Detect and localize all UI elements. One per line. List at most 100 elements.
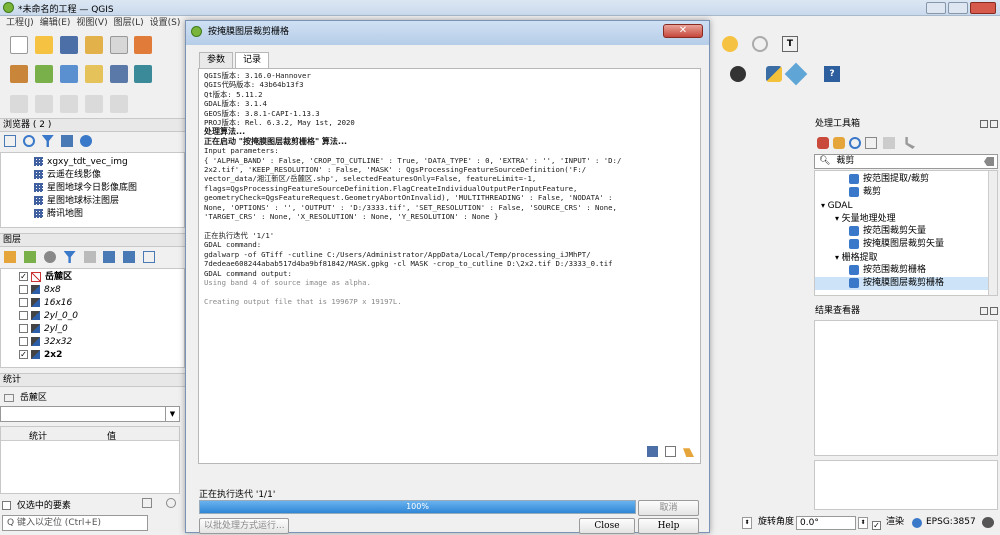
refresh-icon[interactable] bbox=[22, 135, 35, 147]
help-icon[interactable]: ? bbox=[824, 66, 840, 82]
deselect-icon[interactable] bbox=[59, 95, 78, 113]
remove-layer-icon[interactable] bbox=[143, 251, 156, 263]
render-checkbox[interactable]: ✓ bbox=[872, 518, 884, 535]
results-close-icon[interactable] bbox=[990, 307, 998, 315]
layer-visibility-checkbox[interactable] bbox=[19, 324, 28, 333]
edit-features-icon[interactable] bbox=[883, 137, 895, 149]
models-icon[interactable] bbox=[817, 137, 829, 149]
python-console-icon[interactable] bbox=[766, 66, 782, 82]
layer-visibility-checkbox[interactable] bbox=[19, 285, 28, 294]
menu-item-1[interactable]: 编辑(E) bbox=[40, 16, 71, 30]
maximize-button[interactable] bbox=[948, 2, 968, 14]
layer-filter-icon[interactable] bbox=[63, 251, 76, 263]
expression-filter-icon[interactable] bbox=[83, 251, 96, 263]
digitize-icon[interactable] bbox=[59, 65, 78, 83]
open-folder-icon[interactable] bbox=[34, 36, 53, 54]
scale-spinner[interactable]: ⬍ bbox=[742, 517, 752, 529]
gps-icon[interactable] bbox=[730, 66, 746, 82]
menu-item-4[interactable]: 设置(S) bbox=[150, 16, 181, 30]
menu-item-2[interactable]: 视图(V) bbox=[76, 16, 107, 30]
results-float-icon[interactable] bbox=[980, 307, 988, 315]
selected-only-box[interactable] bbox=[2, 501, 11, 510]
print-layout-icon[interactable] bbox=[109, 36, 128, 54]
locator-input[interactable]: Q 键入以定位 (Ctrl+E) bbox=[2, 515, 148, 531]
filter-icon[interactable] bbox=[41, 135, 54, 147]
layer-item[interactable]: 8x8 bbox=[19, 284, 184, 297]
toolbox-item[interactable]: ▾ 栅格提取 bbox=[815, 251, 997, 264]
toolbox-item[interactable]: ▾ GDAL bbox=[815, 199, 997, 212]
layer-item[interactable]: 2yl_0_0 bbox=[19, 310, 184, 323]
main-close-button[interactable] bbox=[970, 2, 996, 14]
toolbox-scrollbar[interactable] bbox=[988, 171, 997, 295]
cancel-button[interactable]: 取消 bbox=[638, 500, 699, 516]
copy-stats-icon[interactable] bbox=[142, 498, 152, 508]
layer-item[interactable]: 16x16 bbox=[19, 297, 184, 310]
add-wms-icon[interactable] bbox=[134, 65, 153, 83]
add-raster-icon[interactable] bbox=[109, 65, 128, 83]
measure-icon[interactable] bbox=[109, 95, 128, 113]
results-icon[interactable] bbox=[865, 137, 877, 149]
toolbox-item[interactable]: 按掩膜图层裁剪矢量 bbox=[815, 238, 997, 251]
toolbox-search-input[interactable]: 🔍︎ 裁剪 bbox=[814, 154, 998, 169]
zoom-dropdown-icon[interactable] bbox=[752, 36, 768, 52]
layer-item[interactable]: 2yl_0 bbox=[19, 323, 184, 336]
new-project-icon[interactable] bbox=[10, 36, 28, 54]
menu-item-0[interactable]: 工程(J) bbox=[6, 16, 34, 30]
browser-item[interactable]: 星图地球今日影像底图 bbox=[34, 182, 184, 195]
toolbox-item[interactable]: 按掩膜图层裁剪栅格 bbox=[815, 277, 997, 290]
save-log-icon[interactable] bbox=[647, 446, 658, 457]
collapse-all-icon[interactable] bbox=[60, 135, 73, 147]
log-panel[interactable]: QGIS版本: 3.16.0-Hannover QGIS代码版本: 43b64b1… bbox=[198, 68, 701, 464]
browser-item[interactable]: 星图地球标注图层 bbox=[34, 195, 184, 208]
batch-button[interactable]: 以批处理方式运行... bbox=[199, 518, 289, 534]
refresh-stats-icon[interactable] bbox=[166, 498, 176, 508]
add-selected-icon[interactable] bbox=[4, 135, 16, 147]
menu-item-3[interactable]: 图层(L) bbox=[114, 16, 144, 30]
dialog-close-button[interactable]: ✕ bbox=[663, 24, 703, 38]
layer-visibility-checkbox[interactable] bbox=[19, 311, 28, 320]
add-group-icon[interactable] bbox=[23, 251, 36, 263]
scripts-icon[interactable] bbox=[833, 137, 845, 149]
layer-visibility-checkbox[interactable]: ✓ bbox=[19, 350, 28, 359]
rotation-input[interactable]: 0.0° bbox=[796, 516, 856, 530]
close-button[interactable]: Close bbox=[579, 518, 635, 534]
select-polygon-icon[interactable] bbox=[34, 95, 53, 113]
save-icon[interactable] bbox=[59, 36, 78, 54]
layer-item[interactable]: 32x32 bbox=[19, 336, 184, 349]
clear-search-icon[interactable] bbox=[984, 157, 994, 166]
panel-float-icon[interactable] bbox=[980, 120, 988, 128]
layer-visibility-checkbox[interactable] bbox=[19, 298, 28, 307]
collapse-layers-icon[interactable] bbox=[123, 251, 136, 263]
tab-parameters[interactable]: 参数 bbox=[199, 52, 234, 68]
selected-only-checkbox[interactable]: 仅选中的要素 bbox=[2, 498, 182, 511]
history-icon[interactable] bbox=[849, 137, 861, 149]
layer-style-icon[interactable] bbox=[4, 251, 16, 263]
toolbox-item[interactable]: 按范围裁剪矢量 bbox=[815, 225, 997, 238]
add-vector-icon[interactable] bbox=[34, 65, 53, 83]
expand-all-icon[interactable] bbox=[103, 251, 116, 263]
clear-log-icon[interactable] bbox=[683, 448, 694, 457]
stats-layer-selector[interactable]: 岳麓区 bbox=[0, 388, 185, 404]
minimize-button[interactable] bbox=[926, 2, 946, 14]
layer-visibility-checkbox[interactable] bbox=[19, 337, 28, 346]
text-annotation-icon[interactable]: T bbox=[782, 36, 798, 52]
layer-visibility-checkbox[interactable]: ✓ bbox=[19, 272, 28, 281]
edit-pencil-icon[interactable] bbox=[84, 65, 103, 83]
toolbox-item[interactable]: 裁剪 bbox=[815, 186, 997, 199]
rotation-spinner[interactable]: ⬍ bbox=[858, 517, 868, 529]
help-button[interactable]: Help bbox=[638, 518, 699, 534]
chevron-down-icon[interactable]: ▼ bbox=[165, 407, 179, 421]
info-icon[interactable] bbox=[79, 135, 92, 147]
layer-item[interactable]: ✓ 岳麓区 bbox=[19, 271, 184, 284]
crs-globe-icon[interactable] bbox=[912, 518, 922, 528]
style-manager-icon[interactable] bbox=[134, 36, 153, 54]
messages-icon[interactable] bbox=[982, 517, 994, 528]
plugin-icon[interactable] bbox=[784, 62, 808, 86]
visibility-icon[interactable] bbox=[43, 251, 56, 263]
identify-icon[interactable] bbox=[84, 95, 103, 113]
tips-icon[interactable] bbox=[722, 36, 738, 52]
data-source-icon[interactable] bbox=[10, 65, 28, 83]
toolbox-item[interactable]: 按范围裁剪栅格 bbox=[815, 264, 997, 277]
toolbox-item[interactable]: ▾ 矢量地理处理 bbox=[815, 212, 997, 225]
browser-item[interactable]: xgxy_tdt_vec_img bbox=[34, 156, 184, 169]
